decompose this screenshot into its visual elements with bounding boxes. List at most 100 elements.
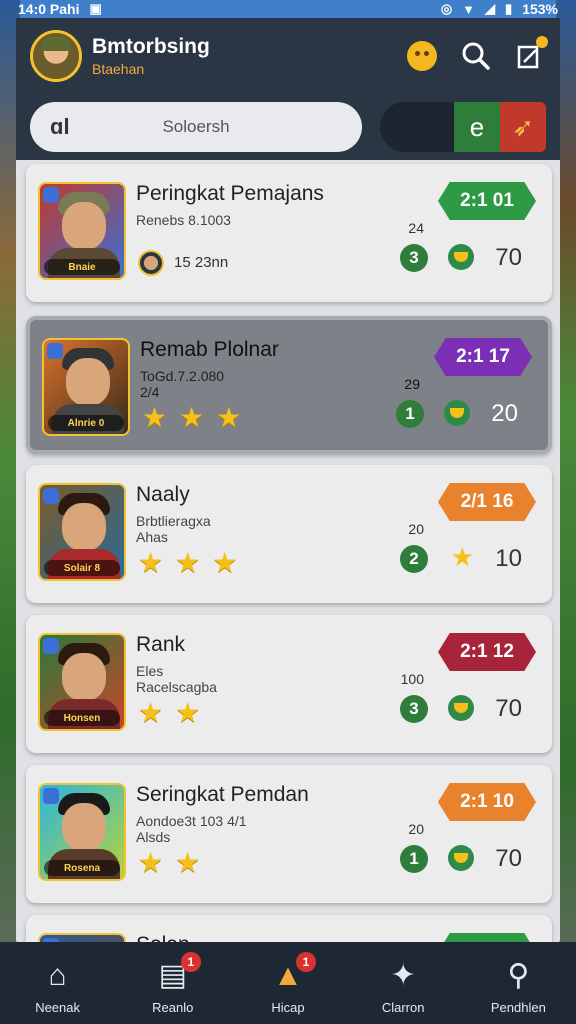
home-icon: ⌂	[48, 958, 67, 992]
player-portrait: Honsen	[38, 633, 126, 731]
crown-coin-icon	[448, 244, 474, 270]
edit-button[interactable]	[514, 36, 548, 72]
profile-avatar[interactable]	[30, 30, 82, 82]
star-icon: ★	[138, 547, 164, 578]
player-score: 70	[495, 244, 522, 271]
star-icon: ★	[212, 547, 238, 578]
star-rating: ★ ★	[138, 699, 200, 727]
search-placeholder: Soloersh	[162, 117, 230, 136]
player-card[interactable]: Honsen Rank Eles Racelscagba 2:1 12 100 …	[26, 615, 552, 753]
player-portrait: Alnrie 0	[42, 338, 130, 436]
nav-label: Reanlo	[152, 999, 194, 1015]
class-tag-icon	[43, 488, 59, 504]
level-badge: 3	[400, 695, 428, 723]
battery-icon: ▮	[505, 1, 513, 16]
player-name: Naaly	[136, 483, 190, 506]
star-icon: ★	[179, 402, 205, 433]
app-header: Bmtorbsing Btaehan	[16, 18, 560, 94]
notification-badge: 1	[180, 951, 201, 972]
class-tag-icon	[47, 343, 63, 359]
level-badge: 1	[400, 845, 428, 873]
search-input[interactable]: ɑl Soloersh	[30, 102, 362, 152]
player-card[interactable]: Rosena Seringkat Pemdan Aondoe3t 103 4/1…	[26, 765, 552, 903]
search-button[interactable]	[460, 40, 492, 72]
player-small-stat: 20	[408, 521, 424, 537]
player-portrait: Bnaie	[38, 182, 126, 280]
portrait-label: Alnrie 0	[48, 415, 124, 431]
level-badge: 3	[400, 244, 428, 272]
nav-label: Clarron	[381, 999, 425, 1015]
emoji-button[interactable]	[406, 40, 438, 72]
status-bar: 14:0 Pahi ▣ ◎ ▼ ◢ ▮ 153%	[0, 0, 576, 18]
nav-item-puzzle[interactable]: ✦ Clarron	[353, 958, 453, 1015]
level-badge: 2	[400, 545, 428, 573]
nav-label: Neenak	[35, 999, 80, 1015]
toggle-option-rocket[interactable]: ➶	[500, 102, 546, 152]
mini-stat: 15 23nn	[174, 254, 229, 271]
player-card[interactable]: Bnaie Peringkat Pemajans Renebs 8.1003 2…	[26, 164, 552, 302]
class-tag-icon	[43, 638, 59, 654]
nav-label: Pendhlen	[490, 999, 546, 1015]
player-name: Seringkat Pemdan	[136, 783, 309, 806]
player-portrait: Solair 8	[38, 483, 126, 581]
star-rating: ★ ★	[138, 849, 200, 877]
star-icon: ★	[216, 402, 242, 433]
player-meta: Renebs 8.1003	[136, 212, 231, 228]
edit-badge-dot	[536, 36, 548, 48]
star-icon: ★	[175, 697, 201, 728]
class-tag-icon	[43, 788, 59, 804]
rank-badge: 2/1 16	[438, 483, 536, 521]
search-icon: ⚲	[507, 958, 530, 992]
nav-item-home[interactable]: ⌂ Neenak	[8, 958, 108, 1015]
player-name: Peringkat Pemajans	[136, 182, 324, 205]
player-score: 70	[495, 845, 522, 872]
mini-avatar	[138, 250, 164, 276]
portrait-label: Bnaie	[44, 259, 120, 275]
star-rating: ★ ★ ★	[138, 549, 237, 577]
toggle-option-green[interactable]: e	[454, 102, 500, 152]
player-meta: Aondoe3t 103 4/1 Alsds	[136, 813, 247, 845]
star-icon: ★	[175, 847, 201, 878]
filter-toggle[interactable]: e ➶	[380, 102, 546, 152]
signal-icon: ◢	[485, 1, 496, 16]
player-portrait: Rosena	[38, 783, 126, 881]
player-card[interactable]: Alnrie 0 Remab Plolnar ToGd.7.2.080 2/4 …	[26, 316, 552, 454]
portrait-label: Honsen	[44, 710, 120, 726]
player-small-stat: 29	[404, 376, 420, 392]
app-subtitle: Btaehan	[92, 61, 145, 77]
star-icon: ★	[142, 402, 168, 433]
wifi-icon: ▼	[462, 1, 476, 17]
status-time: 14:0 Pahi	[18, 1, 80, 17]
portrait-label: Solair 8	[44, 560, 120, 576]
player-meta: ToGd.7.2.080 2/4	[140, 368, 225, 400]
app-title: Bmtorbsing	[92, 35, 210, 58]
player-small-stat: 20	[408, 821, 424, 837]
notification-badge: 1	[295, 951, 316, 972]
player-small-stat: 24	[408, 220, 424, 236]
rank-badge: 2:1 17	[434, 338, 532, 376]
crown-coin-icon	[448, 695, 474, 721]
class-tag-icon	[43, 187, 59, 203]
player-score: 20	[491, 400, 518, 427]
player-small-stat: 100	[400, 671, 424, 687]
alarm-icon: ◎	[440, 1, 453, 16]
player-name: Rank	[136, 633, 186, 656]
player-score: 70	[495, 695, 522, 722]
nav-item-shop[interactable]: ▤ Reanlo 1	[123, 951, 223, 1015]
bottom-navigation: ⌂ Neenak ▤ Reanlo 1 ▲ Hicap 1 ✦ Clarron …	[0, 942, 576, 1024]
notification-icon: ▣	[89, 1, 102, 16]
battery-level: 153%	[522, 1, 558, 17]
player-meta: Eles Racelscagba	[136, 663, 217, 695]
search-icon	[462, 42, 490, 70]
nav-item-rank[interactable]: ▲ Hicap 1	[238, 951, 338, 1015]
player-meta: Brbtlieragxa Ahas	[136, 513, 211, 545]
player-card[interactable]: Solair 8 Naaly Brbtlieragxa Ahas 2/1 16 …	[26, 465, 552, 603]
nav-item-search[interactable]: ⚲ Pendhlen	[468, 958, 568, 1015]
star-icon: ★	[175, 547, 201, 578]
portrait-label: Rosena	[44, 860, 120, 876]
player-name: Remab Plolnar	[140, 338, 279, 361]
rank-badge: 2:1 01	[438, 182, 536, 220]
rocket-icon: ➶	[512, 111, 534, 142]
search-row: ɑl Soloersh e ➶	[16, 94, 560, 160]
nav-label: Hicap	[271, 999, 305, 1015]
